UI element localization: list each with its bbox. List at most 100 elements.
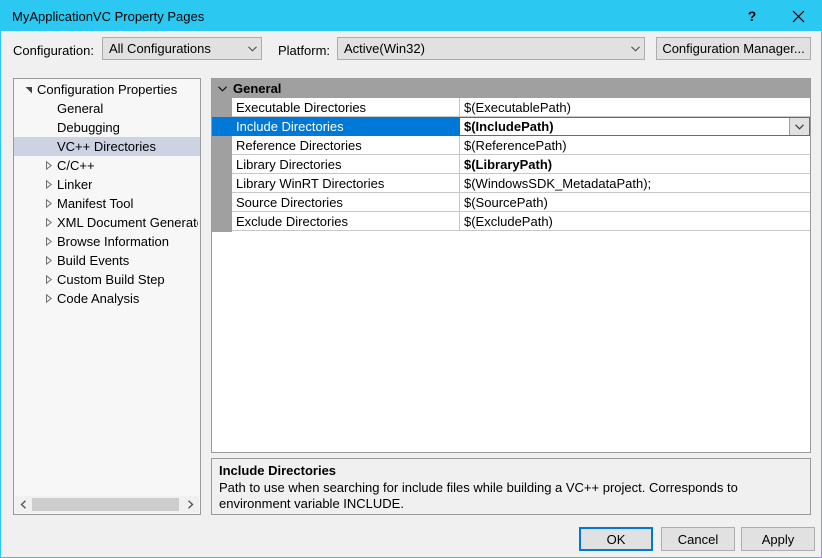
configuration-manager-button[interactable]: Configuration Manager... [656,37,811,60]
property-value-text: $(ExcludePath) [464,213,553,229]
property-value-text: $(WindowsSDK_MetadataPath); [464,175,652,191]
tree-item[interactable]: General [14,99,200,118]
chevron-down-icon[interactable] [212,85,232,92]
property-row[interactable]: Executable Directories $(ExecutablePath) [212,98,810,117]
cancel-button[interactable]: Cancel [661,527,735,551]
tree-item-label: Configuration Properties [37,82,178,97]
property-value-cell[interactable]: $(ExecutablePath) [460,98,810,117]
property-row-gutter [212,174,232,193]
tree-item-label: XML Document Generator [57,215,198,230]
title-bar-buttons: ? [729,1,821,31]
tree-horizontal-scrollbar[interactable] [15,496,199,513]
property-row-gutter [212,212,232,231]
tree-scrollbar-track[interactable] [32,496,182,513]
tree-item[interactable]: Linker [14,175,200,194]
property-grid-panel: General Executable Directories $(Executab… [211,78,811,453]
chevron-down-icon [243,45,261,52]
property-value-cell[interactable]: $(WindowsSDK_MetadataPath); [460,174,810,193]
tree-item[interactable]: Manifest Tool [14,194,200,213]
expander-collapsed-icon[interactable] [40,237,57,246]
close-icon[interactable] [775,1,821,31]
tree-item-label: Build Events [57,253,130,268]
value-dropdown-button[interactable] [789,118,809,135]
property-value-cell[interactable]: $(IncludePath) [460,117,810,136]
property-name-cell[interactable]: Library Directories [232,155,460,174]
property-name-cell[interactable]: Source Directories [232,193,460,212]
platform-combobox-value: Active(Win32) [344,41,425,56]
tree-scrollbar-thumb[interactable] [32,498,179,511]
apply-button[interactable]: Apply [741,527,815,551]
property-value-cell[interactable]: $(ReferencePath) [460,136,810,155]
tree-item-label: Linker [57,177,93,192]
configuration-combobox[interactable]: All Configurations [102,37,262,60]
property-name-cell[interactable]: Include Directories [232,117,460,136]
expander-collapsed-icon[interactable] [40,199,57,208]
property-value-text: $(LibraryPath) [464,156,553,172]
configuration-combobox-value: All Configurations [109,41,211,56]
property-row[interactable]: Include Directories $(IncludePath) [212,117,810,136]
property-row[interactable]: Source Directories $(SourcePath) [212,193,810,212]
property-row-gutter [212,136,232,155]
platform-label: Platform: [278,43,331,58]
property-group-label: General [233,81,282,96]
dialog-footer: OK Cancel Apply [1,527,821,557]
expander-collapsed-icon[interactable] [40,218,57,227]
tree-item-label: General [57,101,104,116]
tree-item-label: Debugging [57,120,120,135]
property-value-cell[interactable]: $(ExcludePath) [460,212,810,231]
tree-item-label: VC++ Directories [57,139,156,154]
title-bar: MyApplicationVC Property Pages ? [1,1,821,31]
property-name-cell[interactable]: Exclude Directories [232,212,460,231]
tree-item[interactable]: XML Document Generator [14,213,200,232]
configuration-label: Configuration: [13,43,94,58]
expander-collapsed-icon[interactable] [40,256,57,265]
property-value-text: $(ExecutablePath) [464,99,571,115]
tree-item-label: C/C++ [57,158,95,173]
chevron-down-icon [626,45,644,52]
expander-collapsed-icon[interactable] [40,180,57,189]
chevron-down-icon [795,123,804,130]
property-name-cell[interactable]: Library WinRT Directories [232,174,460,193]
property-value-text: $(SourcePath) [464,194,548,210]
expander-collapsed-icon[interactable] [40,294,57,303]
tree-item[interactable]: Build Events [14,251,200,270]
expander-expanded-icon[interactable] [20,86,37,94]
property-row-gutter [212,155,232,174]
property-value-cell[interactable]: $(SourcePath) [460,193,810,212]
property-pages-dialog: MyApplicationVC Property Pages ? Configu… [0,0,822,558]
property-grid-rows: Executable Directories $(ExecutablePath) I… [212,98,810,231]
expander-collapsed-icon[interactable] [40,161,57,170]
tree-item[interactable]: Code Analysis [14,289,200,308]
configuration-toolbar: Configuration: All Configurations Platfo… [1,37,821,67]
tree-item[interactable]: Custom Build Step [14,270,200,289]
expander-collapsed-icon[interactable] [40,275,57,284]
property-group-header-general[interactable]: General [212,79,810,98]
help-glyph: ? [747,8,757,24]
property-row-gutter [212,193,232,212]
property-name-cell[interactable]: Executable Directories [232,98,460,117]
property-row-gutter [212,117,232,136]
property-value-text: $(IncludePath) [464,119,554,134]
property-row-gutter [212,98,232,117]
tree-item[interactable]: VC++ Directories [14,137,200,156]
property-row[interactable]: Reference Directories $(ReferencePath) [212,136,810,155]
scroll-right-icon[interactable] [182,496,199,513]
tree-item[interactable]: Debugging [14,118,200,137]
property-name-cell[interactable]: Reference Directories [232,136,460,155]
property-row[interactable]: Library Directories $(LibraryPath) [212,155,810,174]
description-panel: Include Directories Path to use when sea… [211,458,811,515]
help-icon[interactable]: ? [729,1,775,31]
ok-button[interactable]: OK [579,527,653,551]
description-title: Include Directories [219,463,337,478]
property-row[interactable]: Exclude Directories $(ExcludePath) [212,212,810,231]
property-value-cell[interactable]: $(LibraryPath) [460,155,810,174]
scroll-left-icon[interactable] [15,496,32,513]
tree-item[interactable]: Browse Information [14,232,200,251]
tree-item[interactable]: C/C++ [14,156,200,175]
configuration-tree: Configuration Properties General Debugging… [14,80,200,496]
property-row[interactable]: Library WinRT Directories $(WindowsSDK_Me… [212,174,810,193]
close-x-glyph [792,10,804,22]
platform-combobox[interactable]: Active(Win32) [337,37,645,60]
tree-item[interactable]: Configuration Properties [14,80,200,99]
tree-item-label: Browse Information [57,234,169,249]
